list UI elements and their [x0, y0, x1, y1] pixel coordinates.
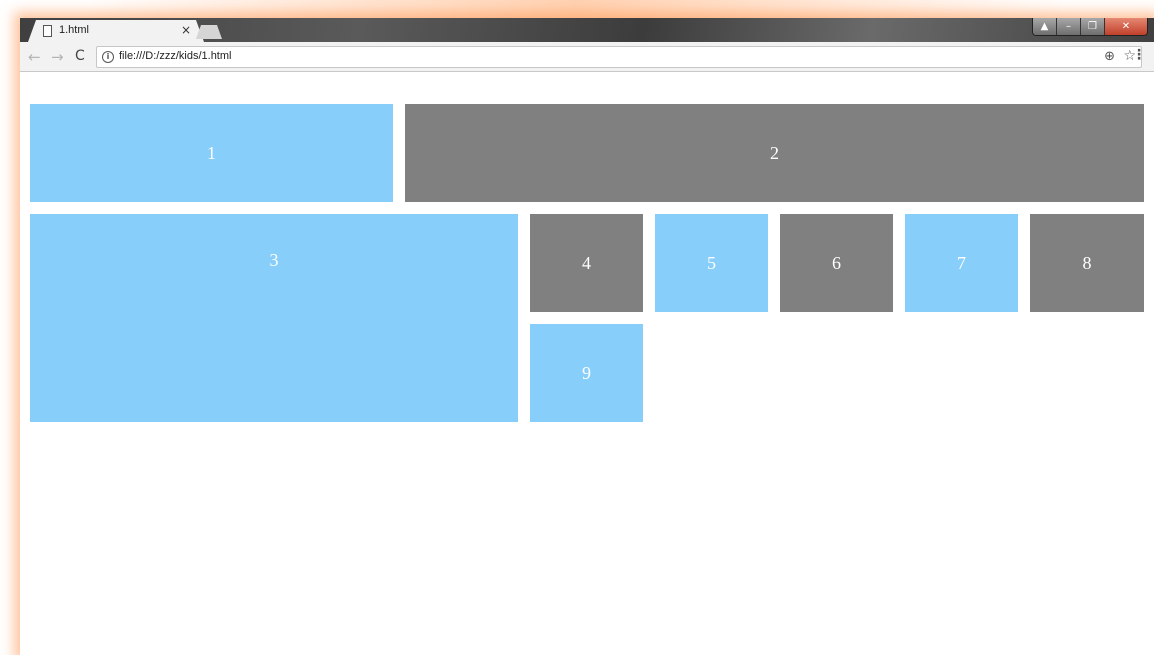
box-label: 3 — [269, 250, 279, 270]
reload-icon[interactable]: C — [75, 48, 85, 64]
box-6: 6 — [780, 214, 893, 312]
title-bar: 1.html × ▲ – ❐ ✕ — [20, 18, 1154, 42]
box-label: 8 — [1082, 252, 1092, 273]
box-label: 9 — [582, 362, 591, 383]
document-icon — [43, 25, 52, 37]
box-label: 1 — [207, 142, 216, 163]
close-window-button[interactable]: ✕ — [1105, 18, 1147, 35]
profile-icon[interactable]: ▲ — [1033, 18, 1057, 35]
minimize-button[interactable]: – — [1057, 18, 1081, 35]
address-bar[interactable]: i file:///D:/zzz/kids/1.html ⊕ ☆ — [96, 46, 1142, 68]
box-9: 9 — [530, 324, 643, 422]
url-text[interactable]: file:///D:/zzz/kids/1.html — [119, 50, 231, 62]
box-4: 4 — [530, 214, 643, 312]
box-3: 3 — [30, 214, 518, 422]
browser-window: 1.html × ▲ – ❐ ✕ ← → C i file:///D:/zzz/… — [20, 18, 1154, 655]
box-label: 2 — [770, 142, 779, 163]
page-content: 1 2 3 4 5 6 7 8 9 — [20, 73, 1154, 655]
new-tab-button[interactable] — [196, 25, 222, 39]
info-icon[interactable]: i — [102, 51, 114, 63]
box-5: 5 — [655, 214, 768, 312]
tab-title: 1.html — [59, 24, 89, 36]
browser-toolbar: ← → C i file:///D:/zzz/kids/1.html ⊕ ☆ ⋮ — [20, 42, 1154, 72]
window-controls: ▲ – ❐ ✕ — [1032, 18, 1148, 36]
box-label: 7 — [957, 252, 966, 273]
tab-close-icon[interactable]: × — [181, 23, 191, 37]
box-8: 8 — [1030, 214, 1144, 312]
restore-button[interactable]: ❐ — [1081, 18, 1105, 35]
box-2: 2 — [405, 104, 1144, 202]
back-arrow-icon[interactable]: ← — [28, 48, 41, 66]
box-label: 5 — [707, 252, 716, 273]
forward-arrow-icon[interactable]: → — [51, 48, 64, 66]
box-7: 7 — [905, 214, 1018, 312]
browser-tab[interactable]: 1.html × — [28, 20, 204, 42]
zoom-icon[interactable]: ⊕ — [1104, 49, 1115, 64]
box-1: 1 — [30, 104, 393, 202]
box-label: 6 — [832, 252, 841, 273]
menu-icon[interactable]: ⋮ — [1132, 47, 1146, 63]
box-label: 4 — [582, 252, 591, 273]
